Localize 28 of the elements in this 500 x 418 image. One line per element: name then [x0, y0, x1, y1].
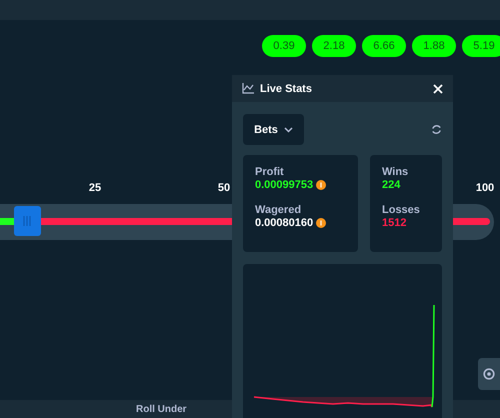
roll-under-label: Roll Under	[136, 404, 187, 415]
side-button[interactable]	[478, 358, 500, 390]
wagered-label: Wagered	[255, 204, 302, 216]
scale-label: 100	[476, 182, 494, 194]
refresh-icon[interactable]	[431, 124, 442, 135]
scale-label: 25	[88, 182, 102, 194]
result-pill: 2.18	[312, 35, 356, 57]
target-icon	[483, 368, 495, 380]
panel-title: Live Stats	[260, 82, 313, 94]
grip-icon	[23, 216, 32, 226]
result-pill: 5.19	[462, 35, 500, 57]
bets-dropdown[interactable]: Bets	[243, 114, 304, 145]
profit-label: Profit	[255, 166, 285, 179]
wins-label: Wins	[382, 166, 410, 179]
coin-icon	[316, 218, 326, 228]
scale-label: 50	[218, 182, 230, 194]
wagered-value: 0.00080160	[255, 216, 314, 229]
result-pill: 0.39	[262, 35, 306, 57]
result-pill: 6.66	[362, 35, 406, 57]
losses-value: 1512	[382, 216, 406, 229]
coin-icon	[316, 180, 326, 190]
losses-label: Losses	[382, 204, 421, 216]
slider-handle[interactable]	[14, 206, 41, 236]
chevron-icon	[284, 126, 293, 132]
profit-value: 0.00099753	[255, 179, 314, 192]
chart-icon	[242, 83, 254, 94]
result-pill: 1.88	[412, 35, 456, 57]
wins-value: 224	[382, 179, 400, 192]
